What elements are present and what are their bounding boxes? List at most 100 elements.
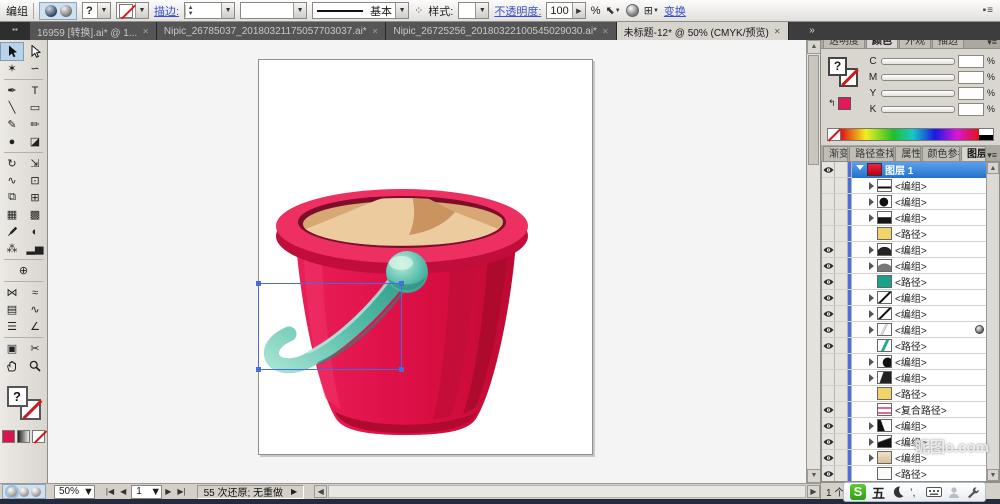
visibility-toggle-empty[interactable] <box>822 178 835 193</box>
mesh-edit-tool[interactable]: ▤ <box>1 301 23 318</box>
gradient-tool[interactable]: ▩ <box>24 206 46 223</box>
lasso-tool[interactable]: ∽ <box>24 60 46 77</box>
scrollbar-thumb[interactable] <box>808 55 819 165</box>
lock-toggle[interactable] <box>835 242 848 257</box>
scroll-up-icon[interactable]: ▲ <box>987 162 999 174</box>
lock-toggle[interactable] <box>835 258 848 273</box>
envelope-distort-tool[interactable]: ⋈ <box>1 284 23 301</box>
lock-toggle[interactable] <box>835 226 848 241</box>
none-mode-button[interactable] <box>32 430 45 443</box>
disclosure-triangle-icon[interactable] <box>869 453 874 462</box>
layer-row-content[interactable]: <路径> <box>852 226 999 242</box>
close-icon[interactable]: ✕ <box>602 27 609 36</box>
lock-toggle[interactable] <box>835 418 848 433</box>
slice-tool[interactable]: ✂ <box>24 340 46 357</box>
free-transform-tool[interactable]: ⊡ <box>24 172 46 189</box>
paragraph-tool[interactable]: ☰ <box>1 318 23 335</box>
lock-toggle[interactable] <box>835 434 848 449</box>
document-tab-4[interactable]: 未标题-12* @ 50% (CMYK/预览) ✕ <box>616 22 789 40</box>
layer-row-group[interactable]: <编组> <box>822 210 999 226</box>
layer-row-content[interactable]: <路径> <box>852 274 999 290</box>
close-icon[interactable]: ✕ <box>774 27 781 36</box>
disclosure-triangle-icon[interactable] <box>869 437 874 446</box>
layer-name[interactable]: <路径> <box>895 338 984 353</box>
visibility-eye-icon[interactable] <box>822 450 835 465</box>
spectrum-gradient[interactable] <box>841 129 979 140</box>
layer-row-content[interactable]: <编组> <box>852 322 999 338</box>
opacity-link[interactable]: 不透明度: <box>494 3 541 19</box>
layer-name[interactable]: <编组> <box>895 210 984 225</box>
layer-name[interactable]: <编组> <box>895 306 984 321</box>
status-menu-arrow-icon[interactable]: ▶ <box>291 487 297 496</box>
previous-artboard-button[interactable]: ◀ <box>117 487 129 496</box>
layer-row-content[interactable]: <编组> <box>852 450 999 466</box>
pencil-tool[interactable]: ✏ <box>24 116 46 133</box>
panel-tab-颜色参考[interactable]: 颜色参考 <box>921 146 960 161</box>
layer-row-content[interactable]: <编组> <box>852 370 999 386</box>
visibility-eye-icon[interactable] <box>822 322 835 337</box>
layer-name[interactable]: <路径> <box>895 226 984 241</box>
gradient-mode-button[interactable] <box>17 430 30 443</box>
eyedropper-tool[interactable] <box>1 223 23 240</box>
fill-proxy-unknown[interactable]: ? <box>828 57 847 76</box>
visibility-eye-icon[interactable] <box>822 242 835 257</box>
layer-row-content[interactable]: <编组> <box>852 354 999 370</box>
layer-row-content[interactable]: <编组> <box>852 306 999 322</box>
pen-tool[interactable]: ✒ <box>1 82 23 99</box>
panel-tab-图层[interactable]: 图层 <box>961 146 987 161</box>
document-tab-1[interactable]: 16959 [转换].ai* @ 1... ✕ <box>30 22 157 40</box>
ime-settings-wrench-icon[interactable] <box>966 486 979 499</box>
fill-color-dropdown[interactable]: ? ▼ <box>82 2 111 19</box>
panel-tab-属性[interactable]: 属性 <box>895 146 921 161</box>
layer-row-group[interactable]: <编组> <box>822 370 999 386</box>
layer-name[interactable]: <路径> <box>895 386 984 401</box>
scroll-down-icon[interactable]: ▼ <box>807 469 821 483</box>
disclosure-triangle-icon[interactable] <box>869 213 874 222</box>
disclosure-triangle-icon[interactable] <box>869 421 874 430</box>
color-fill-stroke-proxy[interactable]: ? <box>828 57 858 87</box>
visibility-eye-icon[interactable] <box>822 306 835 321</box>
stroke-weight-spinner[interactable]: ▲ ▼ <box>185 4 195 17</box>
layer-row-group[interactable]: <编组> <box>822 354 999 370</box>
layer-row-group[interactable]: <编组> <box>822 178 999 194</box>
appearance-proxy-buttons[interactable] <box>39 1 77 20</box>
disclosure-triangle-icon[interactable] <box>856 165 864 174</box>
panel-menu-icon[interactable]: ▾≡ <box>987 150 997 161</box>
lock-toggle[interactable] <box>835 370 848 385</box>
blend-tool[interactable]: ◐ <box>24 223 46 240</box>
canvas-area[interactable] <box>48 40 806 483</box>
warp-tool[interactable]: ≈ <box>24 284 46 301</box>
layer-name[interactable]: <编组> <box>895 242 984 257</box>
selection-handle-bl[interactable] <box>256 367 261 372</box>
visibility-eye-icon[interactable] <box>822 258 835 273</box>
layer-row-content[interactable]: <编组> <box>852 418 999 434</box>
layer-row-group[interactable]: <编组> <box>822 306 999 322</box>
visibility-eye-icon[interactable] <box>822 162 835 177</box>
transform-link[interactable]: 变换 <box>664 3 686 19</box>
visibility-toggle-empty[interactable] <box>822 386 835 401</box>
fullscreen-menu-mode-button[interactable] <box>19 486 29 497</box>
layer-row-path[interactable]: <路径> <box>822 274 999 290</box>
last-color-swatch[interactable] <box>837 97 851 110</box>
artboard[interactable] <box>258 59 593 455</box>
scroll-up-icon[interactable]: ▲ <box>807 40 821 54</box>
document-tab-2[interactable]: Nipic_26785037_20180321175057703037.ai* ✕ <box>156 22 387 40</box>
perspective-grid-tool[interactable]: ⊞ <box>24 189 46 206</box>
layer-row-layer[interactable]: 图层 1 <box>822 162 999 178</box>
lock-toggle[interactable] <box>835 322 848 337</box>
visibility-eye-icon[interactable] <box>822 274 835 289</box>
layer-row-content[interactable]: 图层 1 <box>852 162 999 178</box>
layer-row-content[interactable]: <编组> <box>852 258 999 274</box>
layer-name[interactable]: <编组> <box>895 418 984 433</box>
brush-definition-dropdown[interactable]: 基本 ▼ <box>312 2 410 19</box>
layer-name[interactable]: <编组> <box>895 194 984 209</box>
selection-handle-tl[interactable] <box>256 281 261 286</box>
ime-input-mode-button[interactable]: 五 <box>872 483 885 502</box>
rectangle-tool[interactable]: ▭ <box>24 99 46 116</box>
stroke-panel-link[interactable]: 描边: <box>154 3 179 19</box>
paintbrush-tool[interactable]: ✎ <box>1 116 23 133</box>
stroke-weight-combo[interactable]: ▲ ▼ ▼ <box>184 2 236 19</box>
layer-row-group[interactable]: <编组> <box>822 242 999 258</box>
layer-row-group[interactable]: <编组> <box>822 418 999 434</box>
layer-name[interactable]: <编组> <box>895 258 984 273</box>
